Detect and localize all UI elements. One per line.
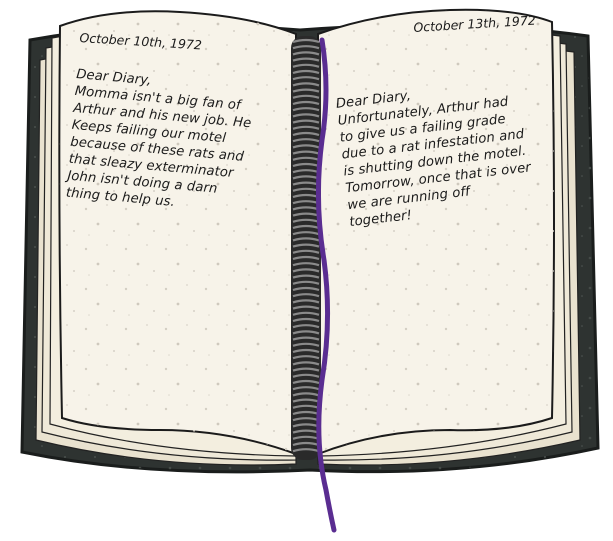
spiral-binding: [291, 36, 321, 460]
left-page-entry: Dear Diary, Momma isn't a big fan of Art…: [65, 66, 252, 211]
right-page-entry: Dear Diary, Unfortunately, Arthur had to…: [335, 88, 532, 231]
diary-illustration: October 10th, 1972 Dear Diary, Momma isn…: [0, 0, 613, 541]
